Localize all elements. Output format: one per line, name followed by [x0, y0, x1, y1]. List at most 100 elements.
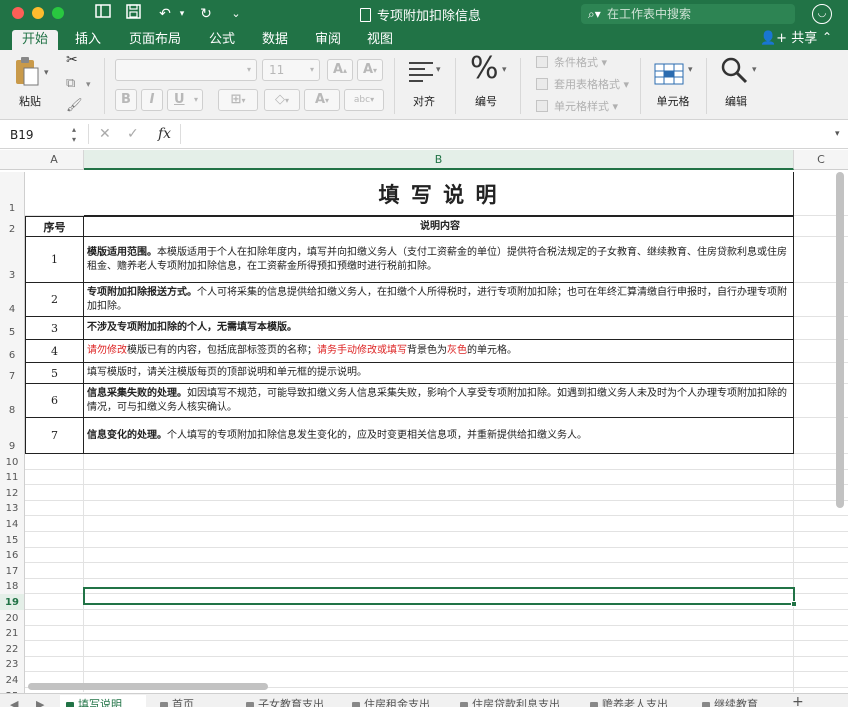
item-no[interactable]: 2	[25, 283, 84, 317]
paste-dropdown-icon[interactable]: ▾	[44, 68, 49, 78]
font-size-dropdown[interactable]: 11 ▾	[262, 59, 320, 81]
save-icon[interactable]	[123, 4, 143, 24]
sidebar-toggle-icon[interactable]	[93, 4, 113, 24]
sheet-tab-mortgage-interest[interactable]: 住房贷款利息支出	[460, 695, 578, 707]
item-content[interactable]: 填写模版时，请关注模版每页的顶部说明和单元框的提示说明。	[84, 363, 794, 384]
item-content[interactable]: 模版适用范围。本模版适用于个人在扣除年度内，填写并向扣缴义务人（支付工资薪金的单…	[84, 237, 794, 283]
item-no[interactable]: 4	[25, 340, 84, 363]
confirm-icon[interactable]: ✓	[127, 125, 139, 143]
row-header[interactable]: 10	[0, 454, 25, 470]
row-header[interactable]: 21	[0, 625, 25, 642]
cells-icon[interactable]	[654, 58, 684, 89]
tab-review[interactable]: 审阅	[308, 30, 348, 50]
tab-home[interactable]: 开始	[12, 30, 58, 50]
maximize-window-button[interactable]	[52, 7, 64, 19]
fill-color-button[interactable]: ◇▾	[264, 89, 300, 111]
font-color-button[interactable]: A▾	[304, 89, 340, 111]
name-box-stepper-icon[interactable]: ▴ ▾	[72, 125, 76, 145]
feedback-smile-icon[interactable]: ◡	[812, 4, 832, 24]
align-dropdown-icon[interactable]: ▾	[436, 65, 441, 75]
item-content[interactable]: 请勿修改模版已有的内容，包括底部标签页的名称；请务手动修改或填写背景色为灰色的单…	[84, 340, 794, 363]
item-no[interactable]: 5	[25, 363, 84, 384]
item-no[interactable]: 6	[25, 384, 84, 418]
item-content[interactable]: 专项附加扣除报送方式。个人可将采集的信息提供给扣缴义务人，在扣缴个人所得税时，进…	[84, 283, 794, 317]
prev-sheet-icon[interactable]: ◀	[10, 695, 24, 707]
sheet-tab-home[interactable]: 首页	[160, 695, 236, 707]
sheet-tab-instructions[interactable]: 填写说明	[60, 695, 146, 707]
cell-style-button[interactable]: 单元格样式 ▾	[536, 99, 618, 115]
row-header[interactable]: 9	[0, 418, 25, 454]
collapse-ribbon-icon[interactable]: ⌃	[822, 30, 832, 44]
row-header[interactable]: 19	[0, 594, 25, 610]
row-header[interactable]: 15	[0, 532, 25, 548]
row-header[interactable]: 17	[0, 563, 25, 579]
row-header[interactable]: 20	[0, 610, 25, 626]
italic-button[interactable]: I	[141, 89, 163, 111]
customize-toolbar-icon[interactable]: ⌄	[226, 4, 246, 24]
row-header[interactable]: 24	[0, 672, 25, 688]
row-header[interactable]: 5	[0, 317, 25, 340]
row-header[interactable]: 23	[0, 656, 25, 673]
vertical-scrollbar[interactable]	[836, 172, 844, 508]
sheet-search-input[interactable]: ⌕▾ 在工作表中搜索	[581, 4, 795, 24]
item-no[interactable]: 7	[25, 418, 84, 454]
tab-page-layout[interactable]: 页面布局	[124, 30, 186, 50]
number-dropdown-icon[interactable]: ▾	[502, 65, 507, 75]
selected-cell-b19[interactable]	[83, 587, 797, 607]
row-header[interactable]: 2	[0, 216, 25, 237]
item-no[interactable]: 3	[25, 317, 84, 340]
expand-formula-icon[interactable]: ▾	[835, 125, 840, 143]
next-sheet-icon[interactable]: ▶	[36, 695, 50, 707]
percent-icon[interactable]: %	[470, 52, 499, 86]
item-content[interactable]: 信息采集失败的处理。如因填写不规范，可能导致扣缴义务人信息采集失败，影响个人享受…	[84, 384, 794, 418]
row-header[interactable]: 18	[0, 578, 25, 595]
row-header[interactable]: 12	[0, 485, 25, 501]
minimize-window-button[interactable]	[32, 7, 44, 19]
tab-formulas[interactable]: 公式	[202, 30, 242, 50]
sheet-tab-elderly-support[interactable]: 赡养老人支出	[590, 695, 690, 707]
share-button[interactable]: 👤+ 共享	[760, 30, 817, 48]
copy-dropdown-icon[interactable]: ▾	[86, 80, 91, 90]
sheet-tab-child-education[interactable]: 子女教育支出	[246, 695, 342, 707]
header-content[interactable]: 说明内容	[84, 216, 794, 237]
font-name-dropdown[interactable]: ▾	[115, 59, 257, 81]
row-header[interactable]: 16	[0, 547, 25, 564]
align-icon[interactable]	[408, 60, 434, 85]
column-header-a[interactable]: A	[25, 150, 84, 170]
item-no[interactable]: 1	[25, 237, 84, 283]
copy-icon[interactable]: ⧉	[66, 76, 75, 91]
select-all-corner[interactable]	[0, 150, 25, 170]
edit-dropdown-icon[interactable]: ▾	[752, 65, 757, 75]
grow-font-button[interactable]: A▴	[327, 59, 353, 81]
row-header[interactable]: 7	[0, 363, 25, 384]
row-header[interactable]: 22	[0, 641, 25, 657]
add-sheet-icon[interactable]: +	[792, 695, 806, 707]
sheet-tab-rent[interactable]: 住房租金支出	[352, 695, 448, 707]
undo-dropdown-icon[interactable]: ▾	[172, 4, 192, 24]
row-header[interactable]: 3	[0, 237, 25, 283]
tab-insert[interactable]: 插入	[68, 30, 108, 50]
tab-view[interactable]: 视图	[360, 30, 400, 50]
column-header-c[interactable]: C	[794, 150, 848, 170]
borders-button[interactable]: ⊞▾	[218, 89, 258, 111]
header-no[interactable]: 序号	[25, 216, 84, 237]
redo-icon[interactable]: ↻	[196, 4, 216, 24]
sheet-tab-continuing-education[interactable]: 继续教育	[702, 695, 778, 707]
close-window-button[interactable]	[12, 7, 24, 19]
cut-icon[interactable]: ✂	[66, 52, 78, 68]
horizontal-scrollbar[interactable]	[28, 683, 268, 690]
phonetic-button[interactable]: abc▾	[344, 89, 384, 111]
function-button[interactable]: fx	[158, 125, 171, 143]
row-header[interactable]: 8	[0, 384, 25, 418]
row-header[interactable]: 11	[0, 469, 25, 486]
item-content[interactable]: 不涉及专项附加扣除的个人，无需填写本模版。	[84, 317, 794, 340]
cells-dropdown-icon[interactable]: ▾	[688, 65, 693, 75]
cancel-icon[interactable]: ✕	[99, 125, 111, 143]
row-header[interactable]: 4	[0, 283, 25, 317]
bold-button[interactable]: B	[115, 89, 137, 111]
paste-icon[interactable]	[12, 56, 42, 90]
conditional-format-button[interactable]: 条件格式 ▾	[536, 55, 607, 71]
tab-data[interactable]: 数据	[255, 30, 295, 50]
row-header[interactable]: 13	[0, 500, 25, 517]
fill-handle[interactable]	[791, 601, 797, 607]
